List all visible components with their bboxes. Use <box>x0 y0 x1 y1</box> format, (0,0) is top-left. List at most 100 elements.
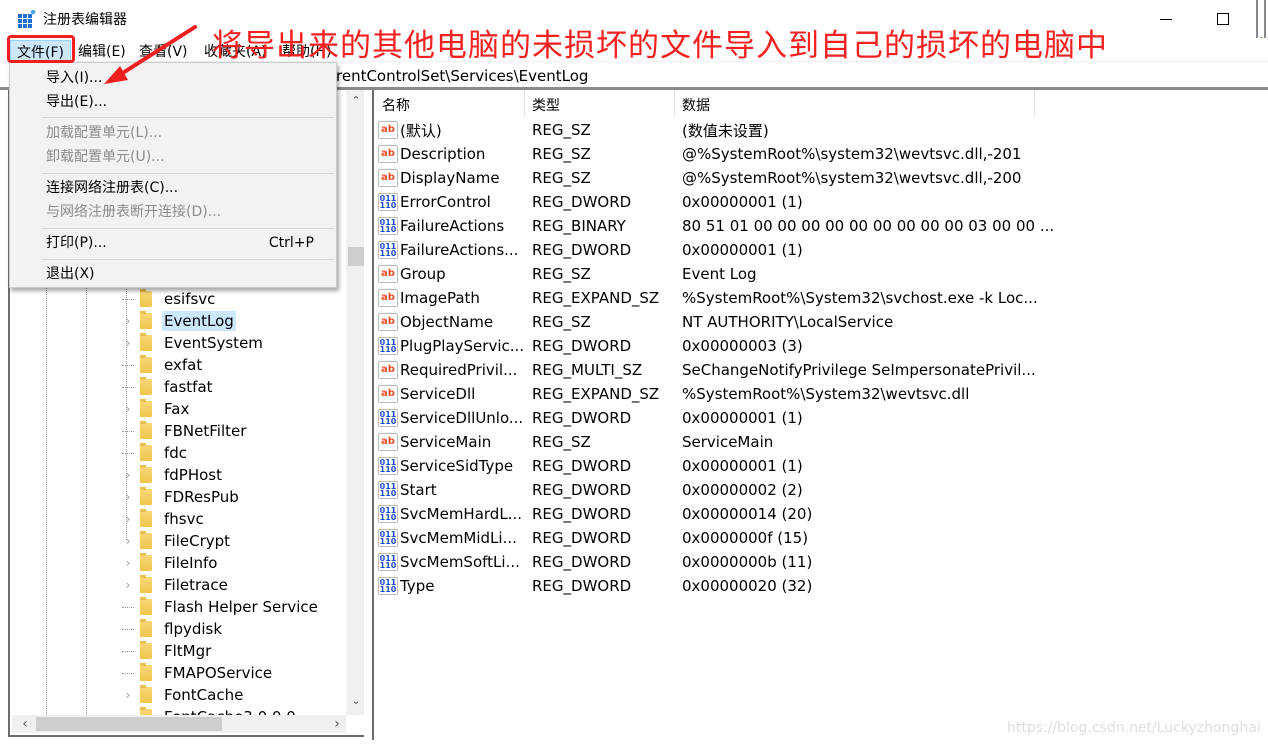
expand-chevron-icon[interactable]: › <box>122 556 134 570</box>
value-row[interactable]: 011 110 Type REG_DWORD 0x00000020 (32) <box>378 574 812 598</box>
tree-item[interactable]: FMAPOService <box>122 662 274 684</box>
scroll-thumb[interactable] <box>348 247 364 266</box>
column-header-data[interactable]: 数据 <box>682 95 710 115</box>
binary-value-icon: 011 110 <box>378 241 398 259</box>
string-value-icon: ab <box>378 433 398 451</box>
column-divider[interactable] <box>524 90 525 116</box>
value-row[interactable]: ab ObjectName REG_SZ NT AUTHORITY\LocalServ… <box>378 310 893 334</box>
binary-value-icon: 011 110 <box>378 217 398 235</box>
tree-item[interactable]: flpydisk <box>122 618 224 640</box>
tree-item[interactable]: › FDResPub <box>122 486 241 508</box>
scroll-thumb[interactable] <box>36 717 222 731</box>
value-row[interactable]: 011 110 ServiceDllUnlo... REG_DWORD 0x000000… <box>378 406 803 430</box>
value-type: REG_DWORD <box>532 481 632 499</box>
expand-chevron-icon[interactable]: › <box>122 336 134 350</box>
menu-item-unload-hive: 卸载配置单元(U)... <box>46 149 165 165</box>
value-type: REG_EXPAND_SZ <box>532 385 660 403</box>
menu-item-exit[interactable]: 退出(X) <box>10 262 336 286</box>
tree-vertical-scrollbar[interactable]: ⌃ ⌄ <box>346 90 364 715</box>
scroll-left-icon[interactable]: ‹ <box>16 715 34 733</box>
tree-item[interactable]: exfat <box>122 354 204 376</box>
tree-item-label: EventLog <box>162 311 236 331</box>
value-row[interactable]: ab RequiredPrivil... REG_MULTI_SZ SeChangeN… <box>378 358 1036 382</box>
value-row[interactable]: ab ServiceMain REG_SZ ServiceMain <box>378 430 773 454</box>
folder-icon <box>140 487 152 505</box>
tree-item[interactable]: fastfat <box>122 376 215 398</box>
tree-item[interactable]: › FileCrypt <box>122 530 232 552</box>
value-row[interactable]: 011 110 FailureActions REG_BINARY 80 51 01 0… <box>378 214 1054 238</box>
value-row[interactable]: ab ImagePath REG_EXPAND_SZ %SystemRoot%\Sys… <box>378 286 1038 310</box>
value-row[interactable]: ab Description REG_SZ @%SystemRoot%\system3… <box>378 142 1021 166</box>
scroll-up-icon[interactable]: ⌃ <box>346 94 364 112</box>
tree-item-label: fdc <box>164 444 188 462</box>
tree-item[interactable]: FBNetFilter <box>122 420 248 442</box>
tree-item[interactable]: › fhsvc <box>122 508 206 530</box>
value-row[interactable]: ab ServiceDll REG_EXPAND_SZ %SystemRoot%\Sy… <box>378 382 969 406</box>
value-row[interactable]: ab DisplayName REG_SZ @%SystemRoot%\system3… <box>378 166 1021 190</box>
folder-icon <box>140 355 152 373</box>
value-type: REG_DWORD <box>532 337 632 355</box>
expand-chevron-icon[interactable]: › <box>122 688 134 702</box>
value-row[interactable]: ab (默认) REG_SZ (数值未设置) <box>378 118 769 142</box>
maximize-icon <box>1217 13 1229 25</box>
value-row[interactable]: 011 110 SvcMemHardL... REG_DWORD 0x00000014 … <box>378 502 812 526</box>
value-name: ImagePath <box>400 289 480 307</box>
menu-item-print[interactable]: 打印(P)... Ctrl+P <box>10 231 336 255</box>
minimize-button[interactable] <box>1143 4 1189 34</box>
column-header-name[interactable]: 名称 <box>382 95 410 115</box>
tree-item[interactable]: › FileInfo <box>122 552 220 574</box>
scroll-right-icon[interactable]: › <box>328 715 346 733</box>
expand-chevron-icon[interactable]: › <box>122 314 134 328</box>
menu-separator <box>42 173 334 174</box>
address-path[interactable]: rentControlSet\Services\EventLog <box>336 67 588 85</box>
expand-chevron-icon[interactable]: › <box>122 468 134 482</box>
value-row[interactable]: 011 110 ServiceSidType REG_DWORD 0x00000001 … <box>378 454 803 478</box>
tree-item-label: exfat <box>164 356 203 374</box>
binary-value-icon: 011 110 <box>378 409 398 427</box>
value-row[interactable]: 011 110 PlugPlayServic... REG_DWORD 0x000000… <box>378 334 803 358</box>
pane-splitter[interactable] <box>364 90 372 747</box>
tree-item[interactable]: › Fax <box>122 398 191 420</box>
tree-item[interactable]: FltMgr <box>122 640 213 662</box>
expand-chevron-icon[interactable]: › <box>122 534 134 548</box>
scroll-down-icon[interactable]: ⌄ <box>346 694 364 712</box>
expand-chevron-icon[interactable]: › <box>122 512 134 526</box>
binary-value-icon: 011 110 <box>378 577 398 595</box>
column-divider[interactable] <box>1034 90 1035 116</box>
value-row[interactable]: 011 110 FailureActions... REG_DWORD 0x000000… <box>378 238 803 262</box>
tree-item[interactable]: Flash Helper Service <box>122 596 320 618</box>
expand-chevron-icon[interactable]: › <box>122 402 134 416</box>
tree-item[interactable]: › FontCache <box>122 684 245 706</box>
value-name: ErrorControl <box>400 193 491 211</box>
folder-icon <box>140 663 152 681</box>
tree-item[interactable]: fdc <box>122 442 189 464</box>
menu-item-connect-network-registry[interactable]: 连接网络注册表(C)... <box>10 176 336 200</box>
tree-horizontal-scrollbar[interactable]: ‹ › <box>12 715 346 733</box>
string-value-icon: ab <box>378 145 398 163</box>
tree-item[interactable]: › EventSystem <box>122 332 265 354</box>
string-value-icon: ab <box>378 361 398 379</box>
minimize-icon <box>1160 18 1172 20</box>
tree-connector <box>122 650 134 652</box>
value-row[interactable]: 011 110 SvcMemSoftLi... REG_DWORD 0x0000000b… <box>378 550 812 574</box>
value-row[interactable]: 011 110 ErrorControl REG_DWORD 0x00000001 (1… <box>378 190 803 214</box>
value-row[interactable]: 011 110 Start REG_DWORD 0x00000002 (2) <box>378 478 803 502</box>
value-name: ServiceDllUnlo... <box>400 409 524 427</box>
value-row[interactable]: ab Group REG_SZ Event Log <box>378 262 757 286</box>
tree-item[interactable]: esifsvc <box>122 288 217 310</box>
registry-editor-window: 注册表编辑器 文件(F) 编辑(E) 查看(V) 收藏夹(A) 帮助(H) re… <box>0 0 1268 747</box>
tree-item[interactable]: › fdPHost <box>122 464 224 486</box>
expand-chevron-icon[interactable]: › <box>122 490 134 504</box>
string-value-icon: ab <box>378 313 398 331</box>
string-value-icon: ab <box>378 289 398 307</box>
value-row[interactable]: 011 110 SvcMemMidLi... REG_DWORD 0x0000000f … <box>378 526 808 550</box>
column-header-type[interactable]: 类型 <box>532 95 560 115</box>
folder-icon <box>140 421 152 439</box>
tree-item-label: fdPHost <box>164 466 223 484</box>
tree-item[interactable]: › Filetrace <box>122 574 230 596</box>
tree-item-label: Flash Helper Service <box>164 598 318 616</box>
maximize-button[interactable] <box>1200 4 1246 34</box>
column-divider[interactable] <box>674 90 675 116</box>
tree-item[interactable]: › EventLog <box>122 310 236 332</box>
expand-chevron-icon[interactable]: › <box>122 578 134 592</box>
